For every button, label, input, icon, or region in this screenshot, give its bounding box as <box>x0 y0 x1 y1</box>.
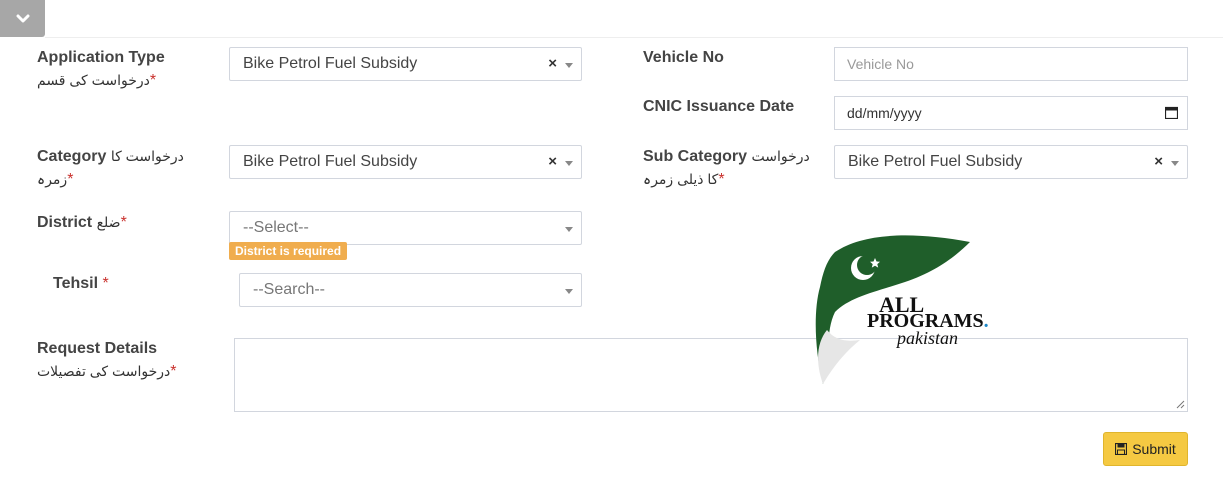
application-type-label-text: Application Type <box>37 49 165 66</box>
collapse-toggle-button[interactable] <box>0 0 45 37</box>
vehicle-no-label: Vehicle No <box>643 49 724 66</box>
dropdown-arrow-icon <box>565 63 573 68</box>
dropdown-arrow-icon <box>565 161 573 166</box>
chevron-down-icon <box>16 14 29 22</box>
resize-handle-icon[interactable] <box>1176 400 1185 409</box>
request-details-urdu-label: درخواست کی تفصیلات <box>37 363 171 379</box>
date-placeholder: dd/mm/yyyy <box>847 105 922 121</box>
sub-category-label: Sub Category درخواست کا ذیلی زمرہ* <box>643 145 810 191</box>
save-icon <box>1115 443 1128 455</box>
dropdown-arrow-icon <box>1171 161 1179 166</box>
dropdown-arrow-icon <box>565 289 573 294</box>
logo-line3: pakistan <box>897 328 958 348</box>
logo-dot: . <box>983 310 989 332</box>
district-error-badge: District is required <box>229 242 348 260</box>
calendar-icon[interactable] <box>1165 106 1178 119</box>
application-type-select[interactable]: Bike Petrol Fuel Subsidy × <box>229 47 582 81</box>
clear-selection-icon[interactable]: × <box>1154 146 1163 178</box>
required-mark: * <box>67 171 74 188</box>
required-mark: * <box>149 72 157 89</box>
sub-category-urdu-label-line2: کا ذیلی زمرہ <box>643 171 719 187</box>
district-select[interactable]: --Select-- <box>229 211 582 245</box>
required-mark: * <box>102 275 109 292</box>
required-mark: * <box>170 363 177 380</box>
district-urdu-label: ضلع <box>96 214 121 230</box>
request-details-textarea[interactable] <box>234 338 1188 412</box>
request-details-label: Request Details درخواست کی تفصیلات* <box>37 338 176 383</box>
cnic-issuance-date-label: CNIC Issuance Date <box>643 98 795 115</box>
sub-category-value: Bike Petrol Fuel Subsidy <box>848 153 1023 170</box>
category-urdu-label: درخواست کا <box>110 148 184 164</box>
tehsil-label-text: Tehsil <box>53 275 99 292</box>
category-urdu-label-line2: زمرہ <box>37 171 68 187</box>
dropdown-arrow-icon <box>565 227 573 232</box>
tehsil-select[interactable]: --Search-- <box>239 273 582 307</box>
tehsil-label: Tehsil * <box>53 273 109 295</box>
submit-label: Submit <box>1132 441 1176 457</box>
clear-selection-icon[interactable]: × <box>548 146 557 178</box>
tehsil-value: --Search-- <box>253 281 326 298</box>
clear-selection-icon[interactable]: × <box>548 48 557 80</box>
category-label: Category درخواست کا زمرہ* <box>37 145 184 191</box>
category-label-text: Category <box>37 148 107 165</box>
category-select[interactable]: Bike Petrol Fuel Subsidy × <box>229 145 582 179</box>
required-mark: * <box>120 214 127 231</box>
district-label-text: District <box>37 214 93 231</box>
vehicle-no-input[interactable]: Vehicle No <box>834 47 1188 81</box>
submit-button[interactable]: Submit <box>1103 432 1188 466</box>
sub-category-label-text: Sub Category <box>643 148 748 165</box>
application-type-label: Application Type درخواست کی قسم* <box>37 47 165 92</box>
required-mark: * <box>718 171 725 188</box>
panel-border <box>45 37 1223 38</box>
sub-category-select[interactable]: Bike Petrol Fuel Subsidy × <box>834 145 1188 179</box>
request-details-label-text: Request Details <box>37 340 158 357</box>
application-type-value: Bike Petrol Fuel Subsidy <box>243 55 418 72</box>
all-programs-pakistan-logo: ALL PROGRAMS. pakistan <box>805 232 989 392</box>
cnic-issuance-date-input[interactable]: dd/mm/yyyy <box>834 96 1188 130</box>
district-value: --Select-- <box>243 219 309 236</box>
district-label: District ضلع* <box>37 211 127 234</box>
category-value: Bike Petrol Fuel Subsidy <box>243 153 418 170</box>
sub-category-urdu-label: درخواست <box>751 148 810 164</box>
application-type-urdu-label: درخواست کی قسم <box>37 72 150 88</box>
